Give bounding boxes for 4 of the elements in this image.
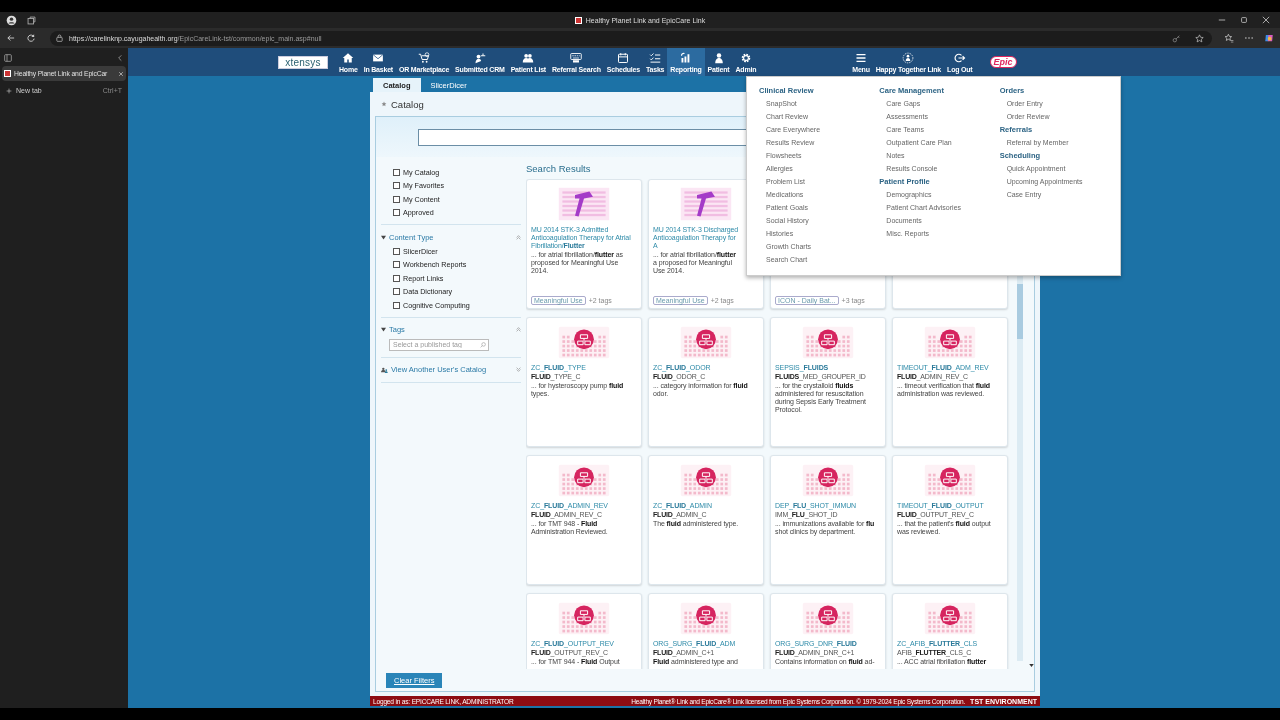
company-logo: xtensys [278,55,328,69]
page-title: Catalog [391,98,424,110]
results-heading: Search Results [526,161,591,176]
brand-logo: Epic [989,56,1017,68]
